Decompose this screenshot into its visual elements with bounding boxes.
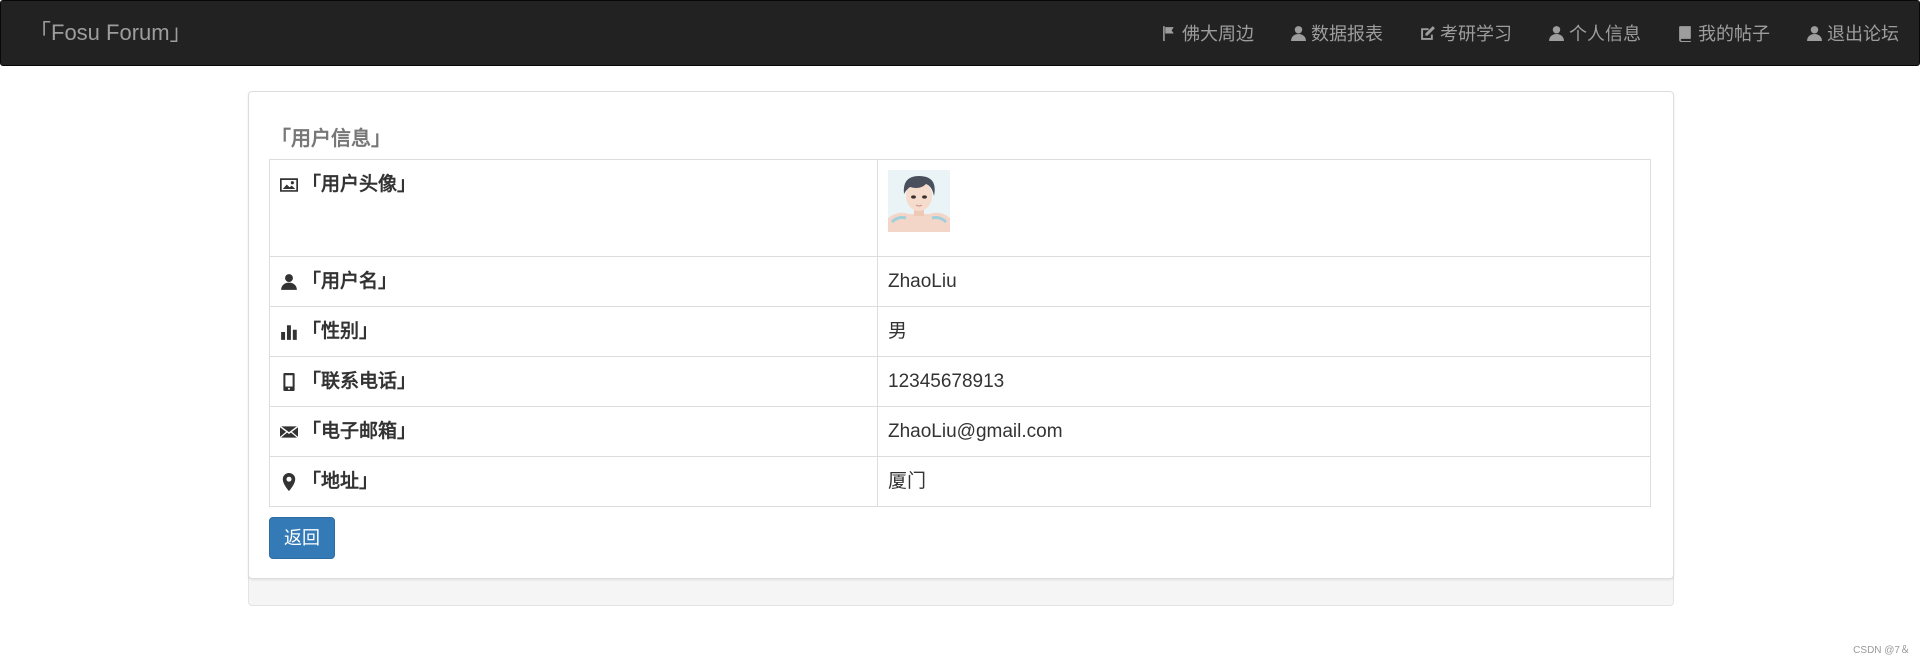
- envelope-icon: [280, 425, 298, 438]
- table-row-email: 「电子邮箱」 ZhaoLiu@gmail.com: [269, 406, 1651, 457]
- table-row-avatar: 「用户头像」: [269, 159, 1651, 257]
- book-icon: [1679, 25, 1691, 42]
- nav-item-data-report[interactable]: 数据报表: [1272, 1, 1401, 65]
- brand-link[interactable]: 「Fosu Forum」: [29, 1, 192, 65]
- address-value: 厦门: [877, 456, 1651, 507]
- row-label: 「用户头像」: [302, 174, 417, 195]
- gender-value: 男: [877, 306, 1651, 357]
- nav-item-label: 个人信息: [1569, 24, 1641, 44]
- nav-item-logout[interactable]: 退出论坛: [1788, 1, 1899, 65]
- row-label: 「地址」: [302, 471, 379, 492]
- flag-icon: [1163, 25, 1174, 41]
- nav-item-label: 佛大周边: [1182, 24, 1254, 44]
- nav-item-label: 数据报表: [1311, 24, 1383, 44]
- username-value: ZhaoLiu: [877, 256, 1651, 307]
- table-row-phone: 「联系电话」 12345678913: [269, 356, 1651, 407]
- map-marker-icon: [282, 472, 296, 491]
- user-icon: [1549, 25, 1564, 41]
- stats-icon: [281, 324, 297, 340]
- nav-item-kaoyan[interactable]: 考研学习: [1401, 1, 1530, 65]
- watermark: CSDN @7＆: [1853, 645, 1910, 656]
- user-info-panel: 「用户信息」 「用户头像」 「用户名」 ZhaoLiu 「性别」 男 「联系电话…: [248, 91, 1674, 579]
- panel-title: 「用户信息」: [271, 128, 391, 150]
- avatar: [888, 170, 950, 232]
- nav-menu: 佛大周边 数据报表 考研学习 个人信息 我的帖子 退出论坛: [1143, 1, 1899, 65]
- table-row-address: 「地址」 厦门: [269, 456, 1651, 507]
- user-icon: [1807, 25, 1822, 41]
- nav-item-label: 我的帖子: [1698, 24, 1770, 44]
- table-row-username: 「用户名」 ZhaoLiu: [269, 256, 1651, 307]
- edit-icon: [1421, 25, 1435, 40]
- row-label: 「用户名」: [302, 271, 398, 292]
- user-info-table: 「用户头像」 「用户名」 ZhaoLiu 「性别」 男 「联系电话」 12345…: [269, 159, 1651, 507]
- row-label: 「电子邮箱」: [302, 421, 417, 442]
- picture-icon: [280, 178, 298, 192]
- phone-icon: [283, 372, 295, 391]
- row-label: 「联系电话」: [302, 371, 417, 392]
- user-icon: [281, 273, 297, 290]
- nav-item-personal-info[interactable]: 个人信息: [1530, 1, 1659, 65]
- phone-value: 12345678913: [877, 356, 1651, 407]
- row-label: 「性别」: [302, 321, 379, 342]
- nav-item-my-posts[interactable]: 我的帖子: [1659, 1, 1788, 65]
- email-value: ZhaoLiu@gmail.com: [877, 406, 1651, 457]
- user-icon: [1291, 25, 1306, 41]
- top-navbar: 「Fosu Forum」 佛大周边 数据报表 考研学习 个人信息 我的帖子 退出…: [0, 0, 1920, 66]
- nav-item-label: 考研学习: [1440, 24, 1512, 44]
- nav-item-label: 退出论坛: [1827, 24, 1899, 44]
- nav-item-fuda-zhoubian[interactable]: 佛大周边: [1143, 1, 1272, 65]
- back-button[interactable]: 返回: [269, 517, 335, 559]
- table-row-gender: 「性别」 男: [269, 306, 1651, 357]
